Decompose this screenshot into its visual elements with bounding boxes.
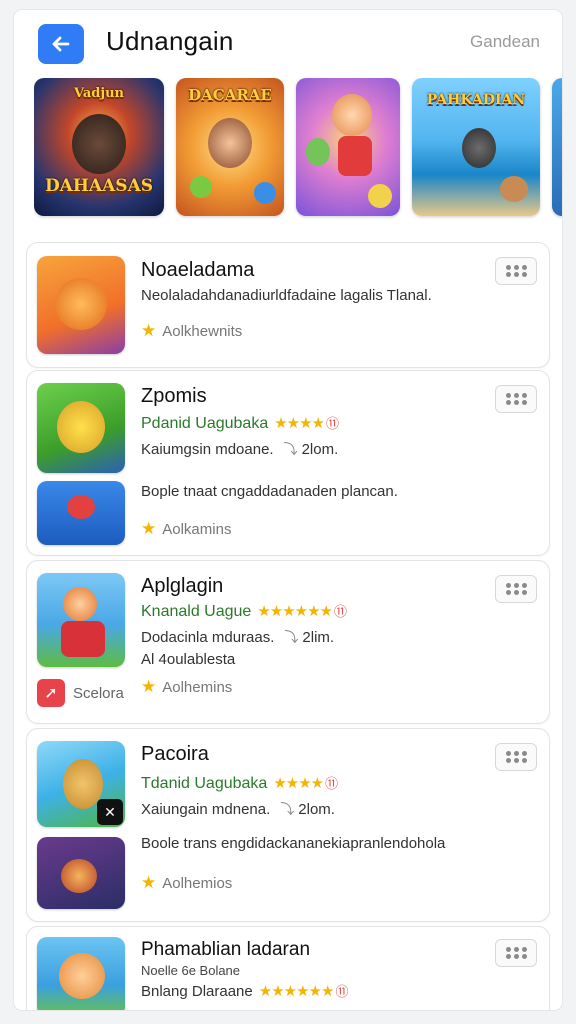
more-dots-icon <box>505 947 527 959</box>
app-card[interactable]: ✕ Pacoira Tdanid Uagubaka ★★★★ ⑪ Xaiungain… <box>26 728 550 922</box>
app-description: Boplе tnaat cngaddadanaden plancan. <box>141 483 398 500</box>
star-icon: ★ <box>141 519 157 538</box>
app-icon-secondary[interactable] <box>37 481 125 545</box>
more-options-button[interactable] <box>495 575 537 603</box>
app-name[interactable]: Pacoira <box>141 743 209 766</box>
back-button[interactable] <box>38 24 84 64</box>
more-dots-icon <box>505 265 527 277</box>
star-icon: ★ <box>141 321 157 340</box>
app-card[interactable]: ➚ Scelora Aplglagin Knanald Uague ★★★★★★ ⑪… <box>26 560 550 724</box>
game-character <box>208 118 252 168</box>
star-icon: ★ <box>141 873 157 892</box>
game-character <box>72 114 126 174</box>
featured-carousel[interactable]: Vadjun DAHAASAS DACARAE PAHKADIAN <box>34 78 562 220</box>
more-dots-icon <box>505 751 527 763</box>
game-character <box>462 128 496 168</box>
app-meta: Xaiungain mdnena. ⤵ 2lom. <box>141 801 335 818</box>
app-card[interactable]: Noaeladama Neolaladahdanadiurldfadaine l… <box>26 242 550 368</box>
star-rating: ★★★★ <box>274 415 325 432</box>
app-description: Neolaladahdanadiurldfadaine lagalis Tlan… <box>141 287 432 304</box>
page-title: Udnangain <box>106 26 234 56</box>
app-name[interactable]: Noaeladama <box>141 259 254 282</box>
app-icon[interactable]: ✕ <box>37 741 125 827</box>
featured-banner[interactable] <box>296 78 400 216</box>
app-icon[interactable] <box>37 573 125 667</box>
game-character <box>500 176 528 202</box>
rating-line: ★ Aolhemins <box>141 677 233 696</box>
game-character <box>306 138 330 166</box>
developer-line: Pdanid Uagubaka ★★★★ ⑪ <box>141 415 340 432</box>
star-rating: ★★★★ <box>273 775 324 792</box>
app-icon[interactable] <box>37 256 125 354</box>
app-store-screen: Udnangain Gandean Vadjun DAHAASAS DACARA… <box>14 10 562 1010</box>
app-meta: Dodacinla mduraas. ⤵ 2lim. <box>141 629 335 646</box>
header-action-link[interactable]: Gandean <box>470 32 540 52</box>
game-character <box>338 136 372 176</box>
more-options-button[interactable] <box>495 385 537 413</box>
more-options-button[interactable] <box>495 257 537 285</box>
featured-banner[interactable]: DACARAE <box>176 78 284 216</box>
app-card[interactable]: Zpomis Pdanid Uagubaka ★★★★ ⑪ Kaiumgsin md… <box>26 370 550 556</box>
more-options-button[interactable] <box>495 743 537 771</box>
app-description: Boolе trans engdidackananekiapranlendoho… <box>141 835 446 852</box>
game-character <box>332 94 372 136</box>
app-card[interactable]: Phamablian ladaran Noelle 6e Bolane Bnla… <box>26 926 550 1010</box>
download-icon: ⤵ <box>280 801 295 817</box>
app-icon-secondary[interactable] <box>37 837 125 909</box>
header: Udnangain Gandean <box>14 10 562 74</box>
app-description: Al 4oulablesta <box>141 651 236 668</box>
app-icon[interactable] <box>37 383 125 473</box>
more-dots-icon <box>505 393 527 405</box>
star-icon: ★ <box>141 677 157 696</box>
back-arrow-icon <box>52 36 70 52</box>
play-icon: ➚ <box>37 679 65 707</box>
featured-banner[interactable]: Vadjun DAHAASAS <box>34 78 164 216</box>
category-badge[interactable]: ➚ Scelora <box>37 679 124 707</box>
download-icon: ⤵ <box>284 629 299 645</box>
developer-line: Noelle 6e Bolane <box>141 963 241 978</box>
featured-banner[interactable] <box>552 78 562 216</box>
app-name[interactable]: Zpomis <box>141 385 207 408</box>
app-icon[interactable] <box>37 937 125 1010</box>
app-meta: Bnlang Dlaraane ★★★★★★ ⑪ <box>141 983 349 1000</box>
star-rating: ★★★★★★ <box>257 603 333 620</box>
rating-line: ★ Aolhemios <box>141 873 233 892</box>
game-character <box>190 176 212 198</box>
app-meta: Kaiumgsin mdoane. ⤵ 2lom. <box>141 441 339 458</box>
developer-line: Tdanid Uagubaka ★★★★ ⑪ <box>141 775 339 792</box>
more-options-button[interactable] <box>495 939 537 967</box>
app-name[interactable]: Aplglagin <box>141 575 223 598</box>
featured-banner[interactable]: PAHKADIAN <box>412 78 540 216</box>
more-dots-icon <box>505 583 527 595</box>
app-name[interactable]: Phamablian ladaran <box>141 939 310 961</box>
game-character <box>368 184 392 208</box>
star-rating: ★★★★★★ <box>258 983 335 1000</box>
badge-icon: ✕ <box>97 799 123 825</box>
developer-line: Knanald Uague ★★★★★★ ⑪ <box>141 603 348 620</box>
rating-line: ★ Aolkhewnits <box>141 321 243 340</box>
download-icon: ⤵ <box>283 441 298 457</box>
game-character <box>254 182 276 204</box>
rating-line: ★ Aolkamins <box>141 519 232 538</box>
